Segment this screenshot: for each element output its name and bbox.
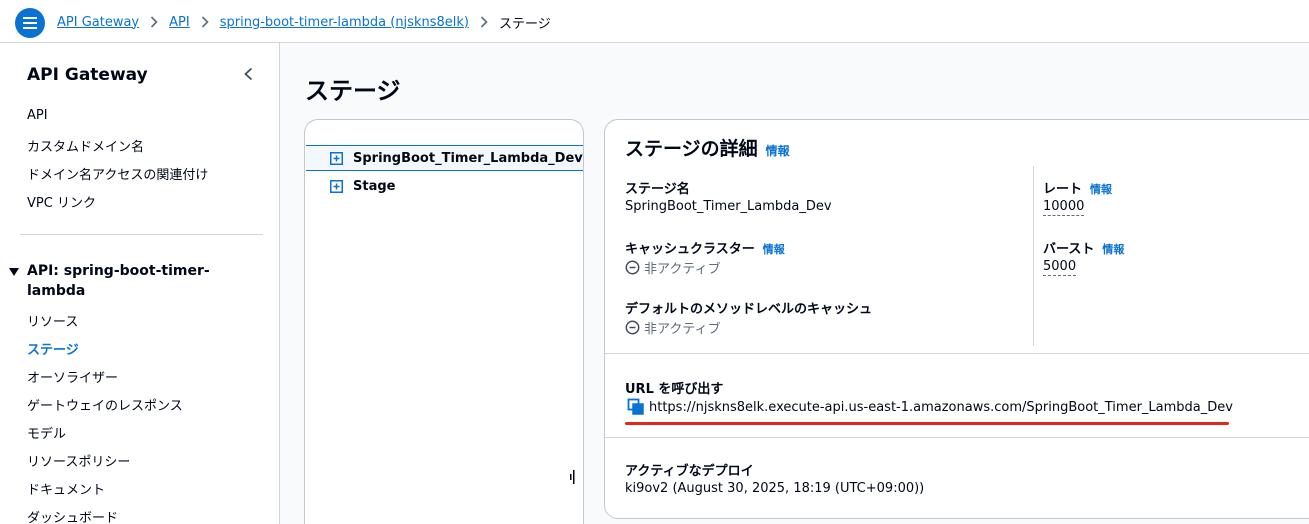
rate-value-text[interactable]: 10000 — [1043, 199, 1085, 216]
sidebar-item-vpc-link[interactable]: VPC リンク — [27, 192, 96, 211]
info-link[interactable]: 情報 — [1102, 241, 1124, 257]
tree-item-label: Stage — [353, 178, 396, 194]
page-title: ステージ — [305, 77, 401, 105]
sidebar-title[interactable]: API Gateway — [27, 65, 148, 85]
default-cache-value: 非アクティブ — [644, 322, 721, 337]
tree-item-label: SpringBoot_Timer_Lambda_Dev — [353, 150, 583, 166]
sidebar-item-resource-policy[interactable]: リソースポリシー — [27, 451, 130, 470]
inactive-status-icon — [625, 320, 640, 335]
breadcrumb-api[interactable]: API — [169, 15, 190, 30]
sidebar-item-dashboard[interactable]: ダッシュボード — [27, 507, 118, 524]
cache-cluster-value: 非アクティブ — [644, 262, 721, 277]
copy-icon[interactable] — [627, 398, 645, 416]
main-content: ステージ SpringBoot_Timer_Lambda_Dev Stage ス… — [280, 43, 1309, 524]
info-link[interactable]: 情報 — [763, 241, 785, 257]
stage-tree-panel: SpringBoot_Timer_Lambda_Dev Stage — [304, 119, 584, 524]
breadcrumb-current: ステージ — [498, 16, 551, 32]
resize-handle-icon[interactable] — [570, 470, 576, 484]
stage-name-label: ステージ名 — [625, 178, 690, 197]
burst-label-text: バースト — [1043, 242, 1095, 257]
tree-item-stage[interactable]: Stage — [306, 173, 583, 199]
invoke-url-label-text: URL を呼び出す — [625, 382, 724, 397]
expand-plus-icon[interactable] — [330, 179, 343, 193]
active-deploy-label-text: アクティブなデプロイ — [625, 464, 754, 479]
sidebar-item-domain-access[interactable]: ドメイン名アクセスの関連付け — [27, 164, 208, 183]
top-navigation-bar: API Gateway API spring-boot-timer-lambda… — [0, 0, 1309, 43]
invoke-url-row: https://njskns8elk.execute-api.us-east-1… — [627, 398, 1233, 416]
menu-icon — [23, 17, 37, 29]
default-cache-label-text: デフォルトのメソッドレベルのキャッシュ — [625, 302, 873, 317]
burst-label: バースト 情報 — [1043, 238, 1124, 257]
cache-cluster-label-text: キャッシュクラスター — [625, 242, 755, 257]
annotation-underline — [625, 422, 1229, 425]
collapse-sidebar-button[interactable] — [240, 65, 258, 83]
default-cache-status: 非アクティブ — [625, 318, 721, 337]
burst-value-text[interactable]: 5000 — [1043, 259, 1077, 276]
menu-button[interactable] — [15, 8, 45, 38]
expand-plus-icon[interactable] — [330, 151, 343, 165]
sidebar-item-stages[interactable]: ステージ — [27, 339, 79, 358]
inactive-status-icon — [625, 260, 640, 275]
sidebar-item-models[interactable]: モデル — [27, 423, 66, 442]
rate-label-text: レート — [1043, 182, 1083, 197]
active-deploy-value: ki9ov2 (August 30, 2025, 18:19 (UTC+09:0… — [625, 481, 925, 496]
invoke-url-value[interactable]: https://njskns8elk.execute-api.us-east-1… — [649, 400, 1233, 415]
rate-value[interactable]: 10000 — [1043, 199, 1085, 216]
side-navigation: API Gateway API カスタムドメイン名 ドメイン名アクセスの関連付け… — [0, 43, 280, 524]
chevron-right-icon — [150, 16, 158, 28]
stage-details-panel: ステージの詳細 情報 ステージ名 SpringBoot_Timer_Lambda_… — [604, 119, 1309, 519]
burst-value[interactable]: 5000 — [1043, 259, 1077, 276]
stage-name-label-text: ステージ名 — [625, 182, 690, 197]
rate-label: レート 情報 — [1043, 178, 1112, 197]
default-cache-label: デフォルトのメソッドレベルのキャッシュ — [625, 298, 872, 317]
active-deploy-label: アクティブなデプロイ — [625, 460, 754, 479]
sidebar-divider — [20, 234, 263, 235]
section-divider — [605, 437, 1309, 438]
sidebar-item-api[interactable]: API — [27, 108, 48, 123]
sidebar-item-authorizers[interactable]: オーソライザー — [27, 367, 118, 386]
cache-cluster-label: キャッシュクラスター 情報 — [625, 238, 785, 257]
info-link[interactable]: 情報 — [1090, 181, 1112, 197]
sidebar-item-resources[interactable]: リソース — [27, 311, 78, 330]
sidebar-item-documentation[interactable]: ドキュメント — [27, 479, 105, 498]
sidebar-item-gateway-responses[interactable]: ゲートウェイのレスポンス — [27, 395, 183, 414]
tree-item-springboot-dev[interactable]: SpringBoot_Timer_Lambda_Dev — [306, 145, 583, 171]
stage-details-heading: ステージの詳細 — [625, 138, 758, 160]
section-divider — [605, 353, 1309, 354]
breadcrumb-api-name[interactable]: spring-boot-timer-lambda (njskns8elk) — [220, 15, 469, 30]
breadcrumb-api-gateway[interactable]: API Gateway — [57, 15, 139, 30]
breadcrumb: API Gateway API spring-boot-timer-lambda… — [57, 12, 551, 32]
chevron-right-icon — [201, 16, 209, 28]
cache-cluster-status: 非アクティブ — [625, 258, 721, 277]
chevron-left-icon — [244, 67, 253, 81]
chevron-right-icon — [480, 16, 488, 28]
sidebar-item-custom-domain[interactable]: カスタムドメイン名 — [27, 136, 144, 155]
invoke-url-label: URL を呼び出す — [625, 378, 723, 397]
stage-details-title: ステージの詳細 情報 — [625, 134, 790, 161]
caret-down-icon[interactable] — [9, 267, 19, 277]
info-link[interactable]: 情報 — [766, 144, 790, 158]
stage-name-value: SpringBoot_Timer_Lambda_Dev — [625, 199, 832, 214]
sidebar-section-api[interactable]: API: spring-boot-timer-lambda — [27, 261, 242, 301]
column-divider — [1033, 166, 1034, 346]
